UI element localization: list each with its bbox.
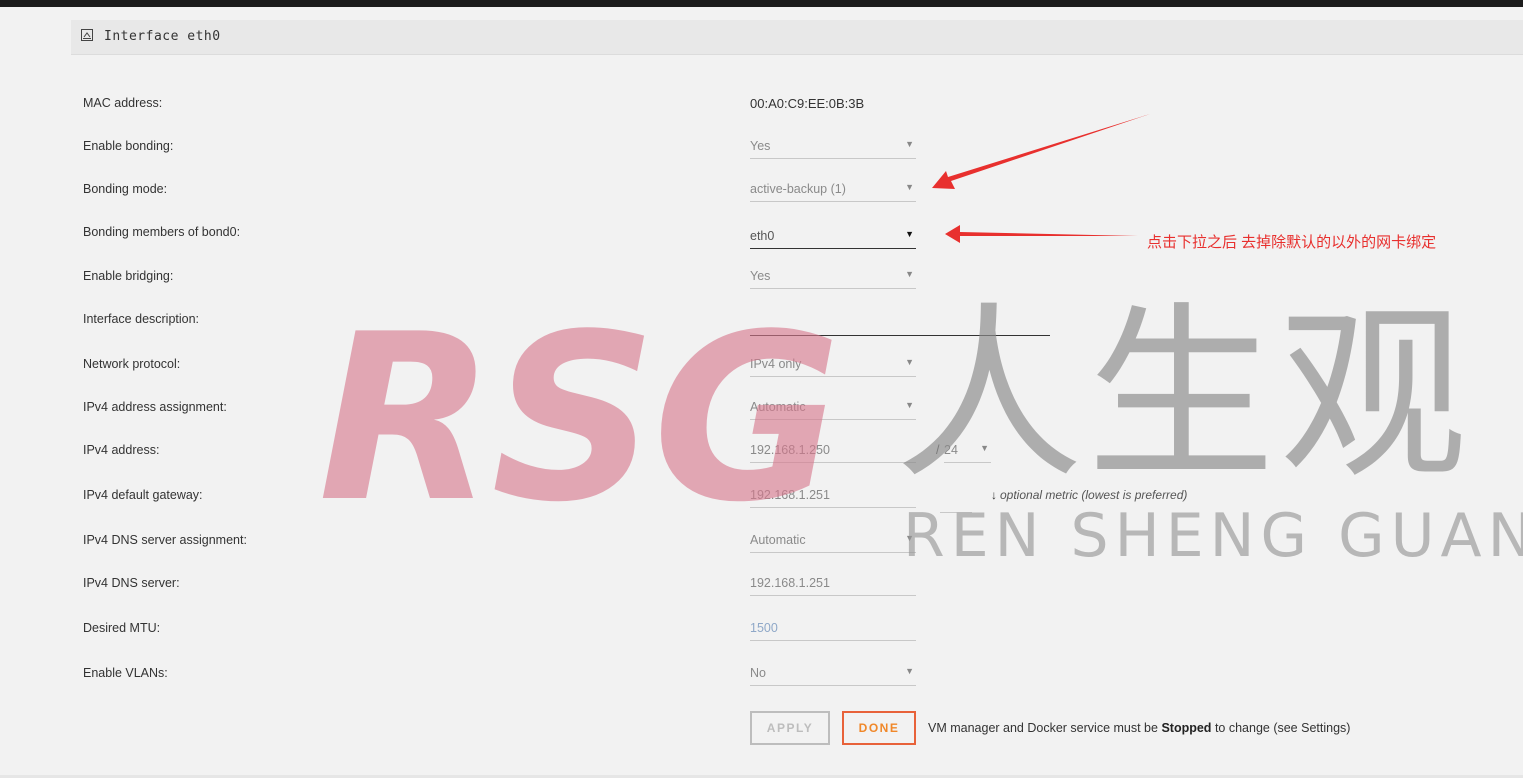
arrow-to-bonding-mode (932, 114, 1150, 189)
arrow-to-bonding-members (945, 225, 1138, 243)
annotation-arrows (932, 114, 1150, 243)
annotation-text: 点击下拉之后 去掉除默认的以外的网卡绑定 (1147, 234, 1437, 251)
